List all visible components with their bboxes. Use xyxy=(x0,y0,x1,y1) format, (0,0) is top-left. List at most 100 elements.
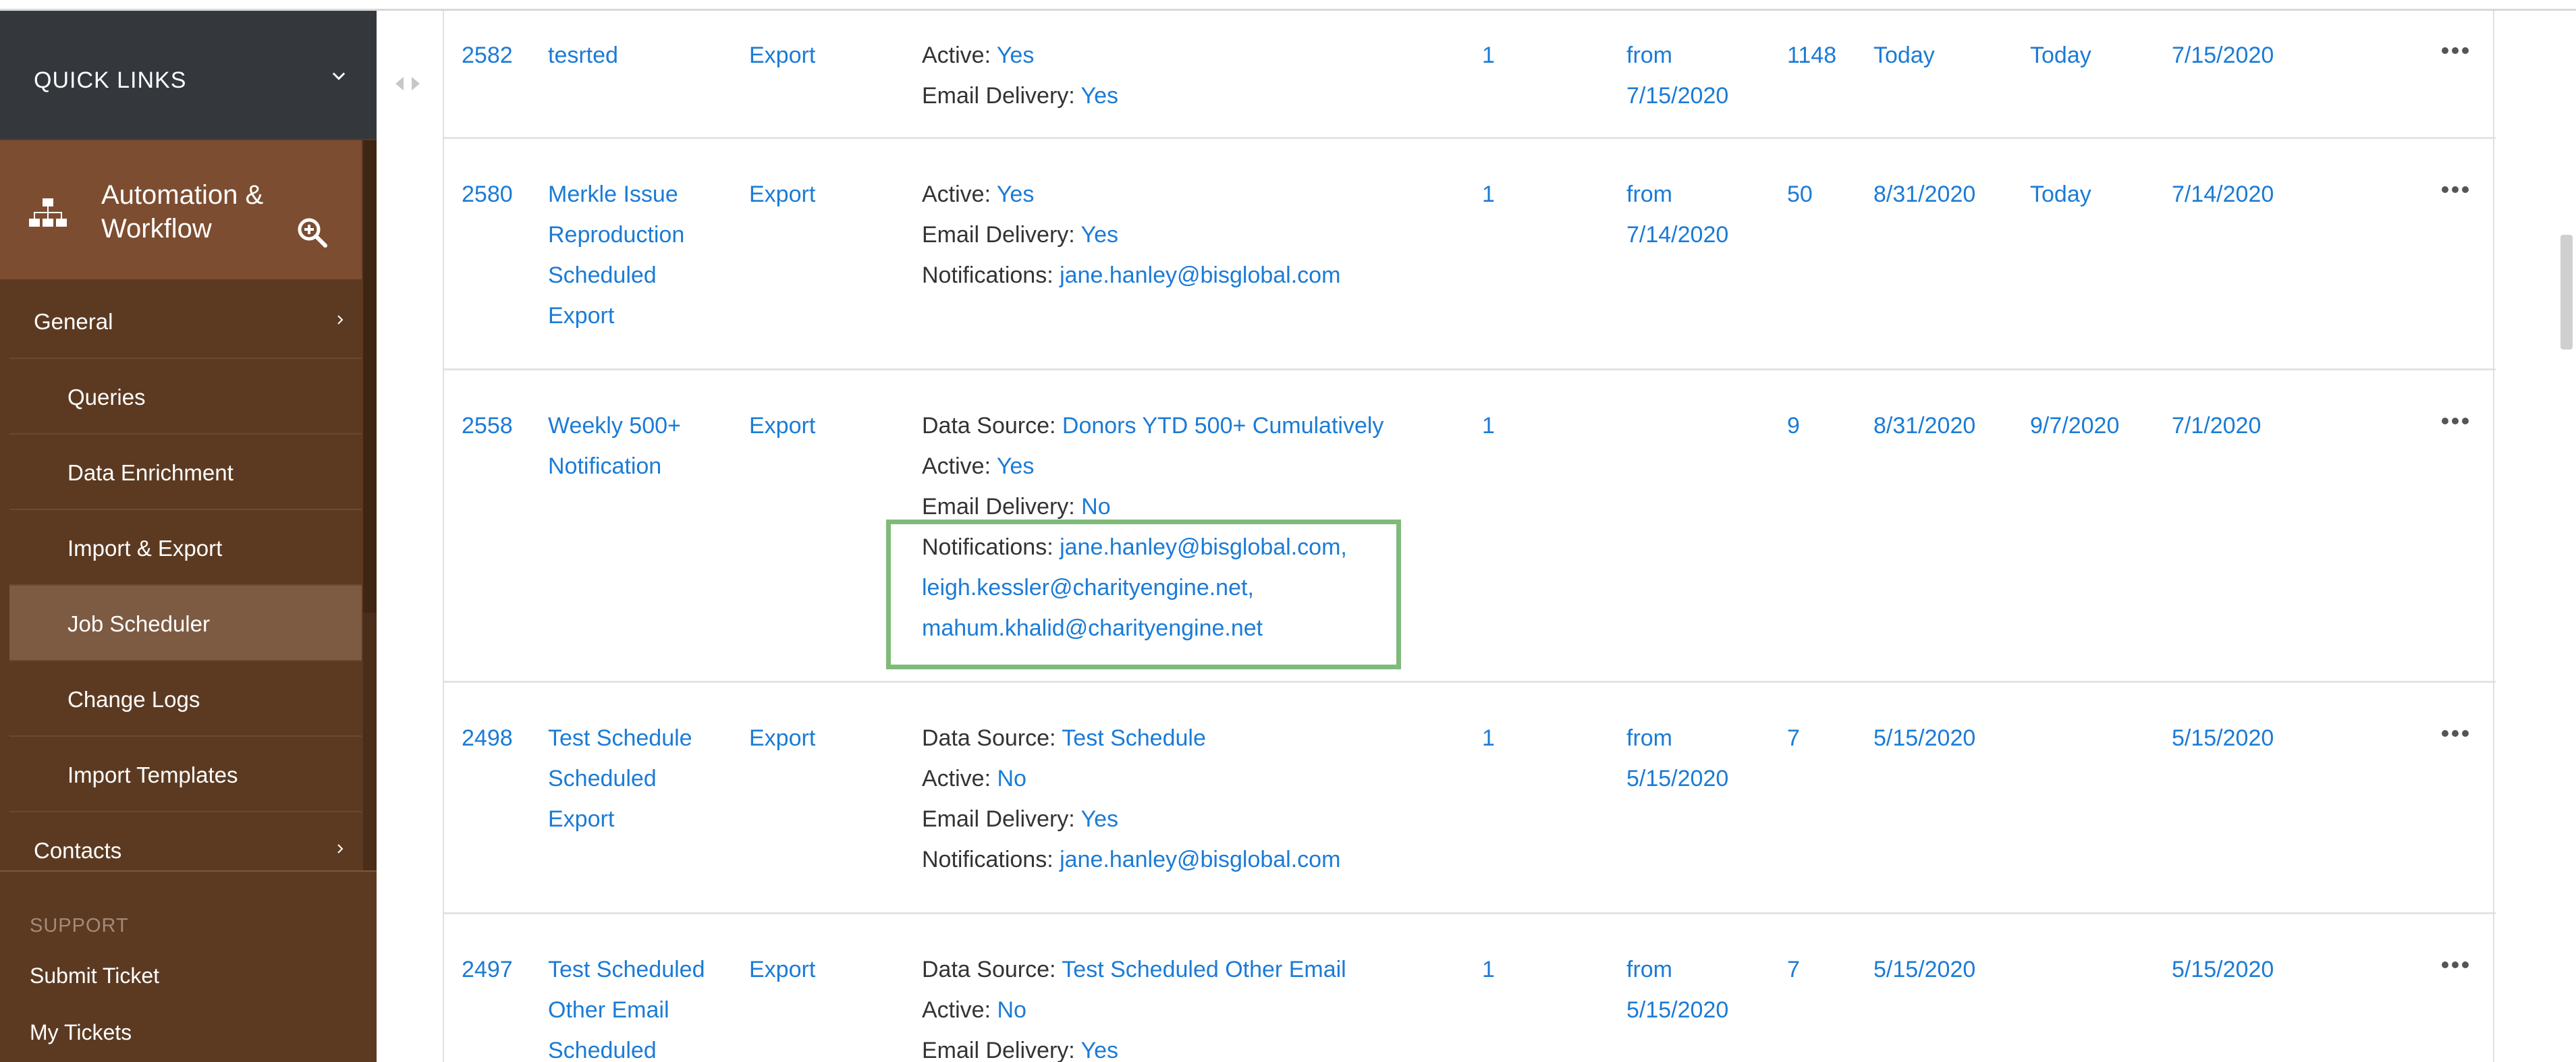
detail-value[interactable]: Test Scheduled Other Email xyxy=(1062,957,1346,982)
detail-value[interactable]: Yes xyxy=(1081,222,1118,248)
top-border xyxy=(0,0,2576,11)
sidebar-item-job-scheduler[interactable]: Job Scheduler xyxy=(9,586,362,661)
from-line: 7/15/2020 xyxy=(1626,83,1729,109)
job-col-b[interactable]: 9/7/2020 xyxy=(2030,406,2119,446)
job-id-link[interactable]: 2497 xyxy=(462,949,513,990)
from-line: from xyxy=(1626,181,1672,207)
job-name-link[interactable]: Weekly 500+ Notification xyxy=(548,406,737,486)
job-type-link[interactable]: Export xyxy=(749,174,815,215)
submit-ticket-link[interactable]: Submit Ticket xyxy=(30,963,159,988)
sidebar-item-label: Job Scheduler xyxy=(67,611,210,636)
detail-line: Data Source: Donors YTD 500+ Cumulativel… xyxy=(922,406,1383,446)
detail-value[interactable]: Donors YTD 500+ Cumulatively xyxy=(1062,413,1384,439)
my-tickets-link[interactable]: My Tickets xyxy=(30,1020,132,1045)
job-from[interactable]: from 5/15/2020 xyxy=(1626,718,1728,799)
job-id-link[interactable]: 2498 xyxy=(462,718,513,758)
quick-links-toggle[interactable]: QUICK LINKS xyxy=(0,11,377,139)
sidebar-item-change-logs[interactable]: Change Logs xyxy=(9,661,362,737)
job-name-line: tesrted xyxy=(548,43,618,68)
job-count[interactable]: 1 xyxy=(1482,406,1495,446)
job-id-link[interactable]: 2558 xyxy=(462,406,513,446)
job-name-link[interactable]: Test Schedule Scheduled Export xyxy=(548,718,737,839)
job-count[interactable]: 1 xyxy=(1482,35,1495,76)
job-id-link[interactable]: 2580 xyxy=(462,174,513,215)
detail-line: Email Delivery: Yes xyxy=(922,1030,1346,1062)
detail-value[interactable]: Yes xyxy=(1081,806,1118,832)
job-count[interactable]: 1 xyxy=(1482,949,1495,990)
job-col-b[interactable]: Today xyxy=(2030,35,2091,76)
detail-label: Email Delivery: xyxy=(922,1038,1081,1062)
sidebar-item-import-templates[interactable]: Import Templates xyxy=(9,737,362,812)
job-name-link[interactable]: Test Scheduled Other Email Scheduled xyxy=(548,949,737,1062)
job-from[interactable]: from 7/14/2020 xyxy=(1626,174,1728,255)
sidebar-item-data-enrichment[interactable]: Data Enrichment xyxy=(9,435,362,510)
sidebar-scrollbar-thumb[interactable] xyxy=(363,140,377,613)
sidebar-item-queries[interactable]: Queries xyxy=(9,359,362,435)
detail-value[interactable]: jane.hanley@bisglobal.com xyxy=(1060,847,1340,872)
detail-label: Active: xyxy=(922,43,997,68)
job-records[interactable]: 7 xyxy=(1787,718,1800,758)
job-type-link[interactable]: Export xyxy=(749,35,815,76)
chevron-down-icon xyxy=(332,72,346,80)
job-col-a[interactable]: 5/15/2020 xyxy=(1873,718,1975,758)
detail-line: Active: Yes xyxy=(922,446,1383,486)
more-horizontal-icon[interactable] xyxy=(2440,729,2470,738)
more-horizontal-icon[interactable] xyxy=(2440,416,2470,426)
job-col-c[interactable]: 5/15/2020 xyxy=(2172,718,2274,758)
job-col-a[interactable]: Today xyxy=(1873,35,1935,76)
detail-value[interactable]: Yes xyxy=(1081,1038,1118,1062)
zoom-in-icon[interactable] xyxy=(296,216,328,248)
from-line: from xyxy=(1626,43,1672,68)
job-name-link[interactable]: Merkle Issue Reproduction Scheduled Expo… xyxy=(548,174,737,336)
detail-value[interactable]: Yes xyxy=(997,453,1034,479)
detail-label: Email Delivery: xyxy=(922,494,1082,520)
job-records[interactable]: 50 xyxy=(1787,174,1813,215)
table-row: 2498 Test Schedule Scheduled Export Expo… xyxy=(444,683,2496,914)
job-col-a[interactable]: 8/31/2020 xyxy=(1873,406,1975,446)
detail-value[interactable]: Yes xyxy=(1081,83,1118,109)
job-count[interactable]: 1 xyxy=(1482,718,1495,758)
job-name-link[interactable]: tesrted xyxy=(548,35,737,76)
job-from[interactable]: from 5/15/2020 xyxy=(1626,949,1728,1030)
more-horizontal-icon[interactable] xyxy=(2440,960,2470,970)
sidebar-item-general[interactable]: General xyxy=(9,283,362,359)
sidebar-item-import-export[interactable]: Import & Export xyxy=(9,510,362,586)
job-details: Data Source: Test Scheduled Other Email … xyxy=(922,949,1346,1062)
job-type-link[interactable]: Export xyxy=(749,949,815,990)
detail-label: Notifications: xyxy=(922,847,1060,872)
page-scrollbar-thumb[interactable] xyxy=(2560,235,2573,350)
job-type-link[interactable]: Export xyxy=(749,406,815,446)
job-col-c[interactable]: 7/1/2020 xyxy=(2172,406,2261,446)
table-row: 2558 Weekly 500+ Notification Export Dat… xyxy=(444,370,2496,683)
detail-line: Email Delivery: Yes xyxy=(922,799,1340,839)
table-row: 2497 Test Scheduled Other Email Schedule… xyxy=(444,914,2496,1062)
job-name-line: Export xyxy=(548,303,615,329)
detail-value[interactable]: Yes xyxy=(997,181,1034,207)
detail-value[interactable]: Yes xyxy=(997,43,1034,68)
detail-value[interactable]: No xyxy=(997,997,1026,1023)
more-horizontal-icon[interactable] xyxy=(2440,185,2470,194)
job-records[interactable]: 1148 xyxy=(1787,35,1836,76)
detail-label: Active: xyxy=(922,997,997,1023)
from-line: 5/15/2020 xyxy=(1626,997,1729,1023)
job-col-b[interactable]: Today xyxy=(2030,174,2091,215)
detail-label: Active: xyxy=(922,453,997,479)
detail-value[interactable]: Test Schedule xyxy=(1062,725,1206,751)
job-count[interactable]: 1 xyxy=(1482,174,1495,215)
job-type-link[interactable]: Export xyxy=(749,718,815,758)
detail-value[interactable]: jane.hanley@bisglobal.com xyxy=(1060,262,1340,288)
splitter-arrows-icon[interactable] xyxy=(393,74,422,93)
job-col-c[interactable]: 7/15/2020 xyxy=(2172,35,2274,76)
job-col-a[interactable]: 8/31/2020 xyxy=(1873,174,1975,215)
job-id-link[interactable]: 2582 xyxy=(462,35,513,76)
detail-value[interactable]: No xyxy=(1081,494,1110,520)
job-records[interactable]: 7 xyxy=(1787,949,1800,990)
job-records[interactable]: 9 xyxy=(1787,406,1800,446)
job-col-c[interactable]: 7/14/2020 xyxy=(2172,174,2274,215)
more-horizontal-icon[interactable] xyxy=(2440,46,2470,55)
job-col-c[interactable]: 5/15/2020 xyxy=(2172,949,2274,990)
job-name-line: Scheduled xyxy=(548,1038,657,1062)
job-from[interactable]: from 7/15/2020 xyxy=(1626,35,1728,116)
job-col-a[interactable]: 5/15/2020 xyxy=(1873,949,1975,990)
detail-value[interactable]: No xyxy=(997,766,1026,791)
